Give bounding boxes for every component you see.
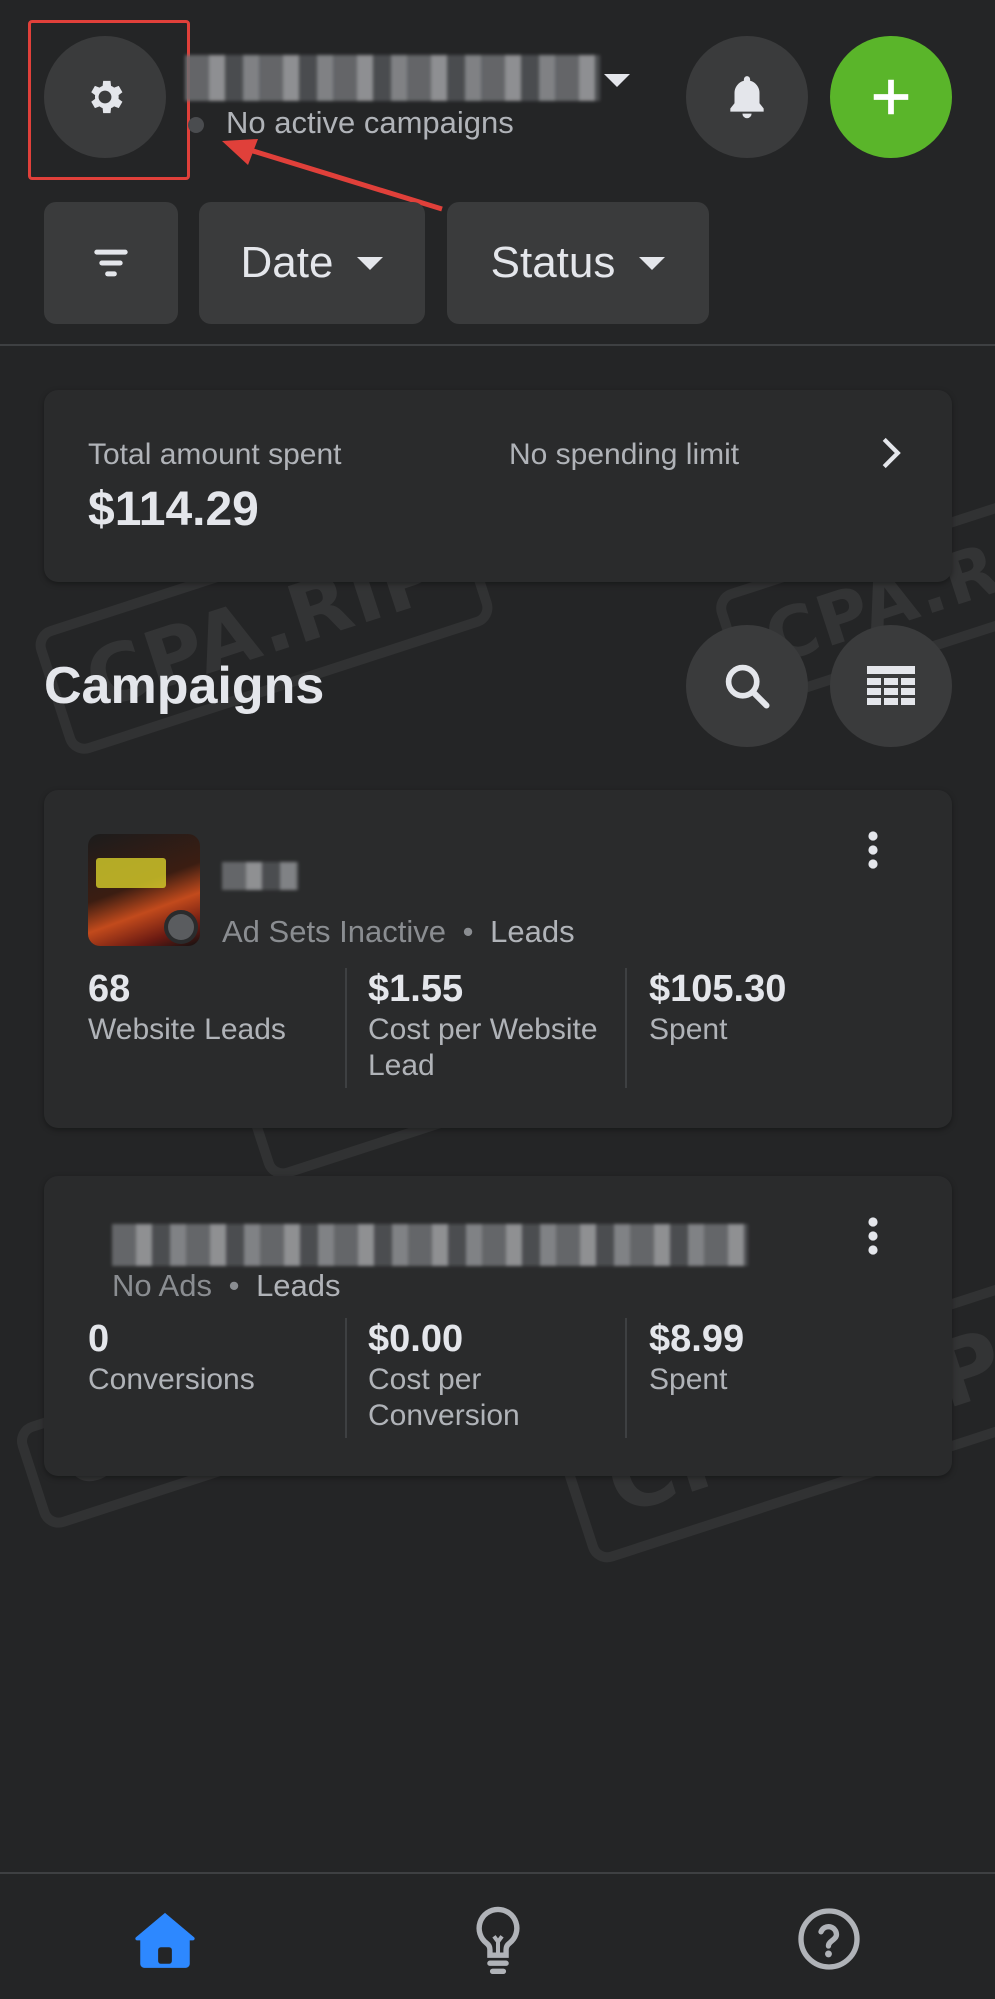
highlight-box [28,20,190,180]
date-filter-label: Date [240,238,334,287]
more-options-icon[interactable] [866,1216,880,1256]
separator-dot: • [228,1268,240,1303]
create-button[interactable] [830,36,952,158]
total-spent-label: Total amount spent [88,438,342,471]
chevron-down-icon [639,256,666,270]
spend-summary-card[interactable]: Total amount spent $114.29 No spending l… [44,390,952,582]
campaign-card[interactable]: No Ads • Leads 0 Conversions $0.00 Cost … [44,1176,952,1476]
metric-label: Cost per Website Lead [368,1013,598,1082]
metric-label: Cost per Conversion [368,1363,520,1432]
account-dropdown-icon[interactable] [604,74,630,87]
metric-divider [345,1318,347,1438]
home-icon [135,1912,195,1968]
lightbulb-icon [476,1906,520,1974]
search-icon [725,664,770,709]
campaign-name-blurred [222,862,298,890]
account-name-blurred[interactable] [185,55,600,101]
chevron-right-icon [882,437,901,469]
metric-value: $0.00 [368,1318,464,1360]
campaign-card[interactable]: Ad Sets Inactive • Leads 68 Website Lead… [44,790,952,1128]
campaign-status: Ad Sets Inactive [222,914,447,949]
chevron-down-icon [357,256,384,270]
header-divider [0,344,995,346]
filter-button[interactable] [44,202,178,324]
total-spent-value: $114.29 [88,483,259,536]
campaign-status-line: Ad Sets Inactive • Leads [222,914,575,950]
metric-label: Spent [649,1363,728,1396]
metric-label: Website Leads [88,1013,286,1046]
campaign-objective: Leads [256,1268,341,1303]
campaign-objective: Leads [490,914,575,949]
metric-divider [625,1318,627,1438]
metric-value: 68 [88,968,131,1010]
help-icon [798,1908,860,1970]
bell-icon [730,76,764,119]
date-filter[interactable]: Date [199,202,425,324]
campaign-status: No Ads [112,1268,212,1303]
nav-ideas[interactable] [443,1894,553,1984]
nav-help[interactable] [774,1894,884,1984]
status-filter[interactable]: Status [447,202,709,324]
metric-label: Conversions [88,1363,255,1396]
metric-value: $8.99 [649,1318,745,1360]
status-filter-label: Status [490,238,616,287]
campaign-status-dot [164,910,198,944]
metric-label: Spent [649,1013,728,1046]
metric-value: $1.55 [368,968,464,1010]
notifications-button[interactable] [686,36,808,158]
metric-divider [625,968,627,1088]
table-icon [867,666,915,705]
nav-home[interactable] [110,1894,220,1984]
table-view-button[interactable] [830,625,952,747]
more-options-icon[interactable] [866,830,880,870]
campaign-name-blurred [112,1224,748,1266]
separator-dot: • [462,914,474,949]
campaign-status-line: No Ads • Leads [112,1268,341,1304]
metric-value: 0 [88,1318,110,1360]
metric-value: $105.30 [649,968,787,1010]
bottom-nav [0,1872,995,1999]
search-button[interactable] [686,625,808,747]
campaigns-title: Campaigns [44,657,325,715]
filter-icon [94,249,128,277]
metric-divider [345,968,347,1088]
status-dot [188,117,204,133]
plus-icon [873,79,909,115]
spending-limit-label: No spending limit [509,438,740,471]
